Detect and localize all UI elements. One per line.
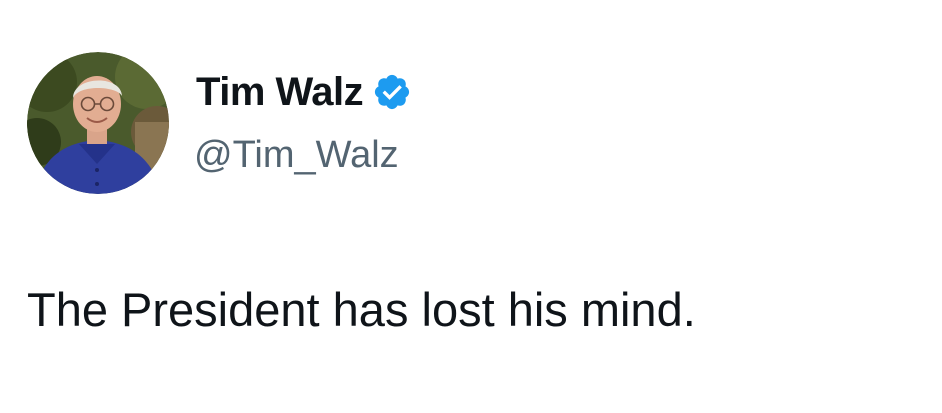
verified-badge-icon[interactable] (372, 72, 412, 112)
author-name-row: Tim Walz (196, 66, 412, 118)
author-display-name[interactable]: Tim Walz (196, 66, 364, 118)
tweet-card: Tim Walz @Tim_Walz The President has los… (0, 0, 942, 413)
avatar[interactable] (27, 52, 169, 194)
tweet-text: The President has lost his mind. (27, 283, 696, 336)
author-handle[interactable]: @Tim_Walz (194, 131, 399, 179)
